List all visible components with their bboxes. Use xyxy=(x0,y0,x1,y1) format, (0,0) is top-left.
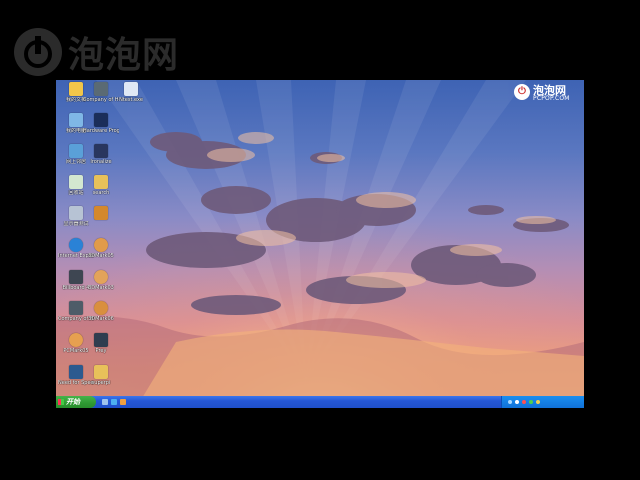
desktop-icon-superpi[interactable]: superpi xyxy=(83,365,119,386)
desktop-icon-3dmark06[interactable]: 3DMark06 xyxy=(83,301,119,322)
3dmark06-icon xyxy=(94,301,108,315)
my-computer-icon xyxy=(69,113,83,127)
folder-icon xyxy=(94,175,108,189)
windows-flag-icon xyxy=(58,399,64,405)
desktop-icon-hardware-tool[interactable]: Hardware Prog Da xyxy=(83,113,119,134)
pcpop-logo-icon xyxy=(14,28,62,76)
desktop-icon-image-app[interactable] xyxy=(83,206,119,221)
corner-logo-domain: PCPOP.COM xyxy=(533,95,570,102)
show-desktop-icon[interactable] xyxy=(102,399,108,405)
game-icon xyxy=(94,144,108,158)
desktop-icon-prey[interactable]: Prey xyxy=(83,333,119,354)
wallpaper-sunset-clouds xyxy=(56,80,584,408)
desktop-icon-search-folder[interactable]: search xyxy=(83,175,119,196)
start-button[interactable]: 开始 xyxy=(56,396,96,408)
power-logo-icon: ⏻ xyxy=(514,84,530,100)
internet-explorer-icon xyxy=(69,238,83,252)
media-player-icon[interactable] xyxy=(120,399,126,405)
3dmark03-icon xyxy=(94,270,108,284)
company-of-heroes-icon xyxy=(94,82,108,96)
antivirus-tray-icon[interactable] xyxy=(529,400,533,404)
pcmark-icon xyxy=(69,333,83,347)
monitor-app-icon xyxy=(124,82,138,96)
pcpop-watermark: 泡泡网 xyxy=(10,24,210,80)
desktop-icon-3dmark03[interactable]: 3DMark03 xyxy=(83,270,119,291)
security-tray-icon[interactable] xyxy=(522,400,526,404)
image-app-icon xyxy=(94,206,108,220)
recycle-bin-icon xyxy=(69,175,83,189)
billboard-icon xyxy=(69,270,83,284)
taskbar: 开始 xyxy=(56,396,584,408)
company-of-heroes-2-icon xyxy=(69,301,83,315)
update-tray-icon[interactable] xyxy=(536,400,540,404)
superpi-folder-icon xyxy=(94,365,108,379)
hardware-tool-icon xyxy=(94,113,108,127)
display-test-icon xyxy=(69,206,83,220)
prey-icon xyxy=(94,333,108,347)
pcpop-corner-logo: ⏻ 泡泡网 PCPOP.COM xyxy=(514,82,584,106)
desktop-icon-ntest[interactable]: Ntest.exe xyxy=(113,82,149,103)
my-documents-icon xyxy=(69,82,83,96)
volume-tray-icon[interactable] xyxy=(515,400,519,404)
desktop-icon-game[interactable]: Ironalize xyxy=(83,144,119,165)
need-for-speed-icon xyxy=(69,365,83,379)
desktop-icon-3dmark05[interactable]: 3DMark05 xyxy=(83,238,119,259)
watermark-text: 泡泡网 xyxy=(68,35,180,76)
network-tray-icon[interactable] xyxy=(508,400,512,404)
3dmark-icon xyxy=(94,238,108,252)
network-places-icon xyxy=(69,144,83,158)
start-button-label: 开始 xyxy=(66,398,80,406)
desktop-screen: 我的文档 Company of Heroes Ntest.exe 我的电脑 Ha… xyxy=(56,80,584,408)
ie-quicklaunch-icon[interactable] xyxy=(111,399,117,405)
system-tray xyxy=(501,396,584,408)
